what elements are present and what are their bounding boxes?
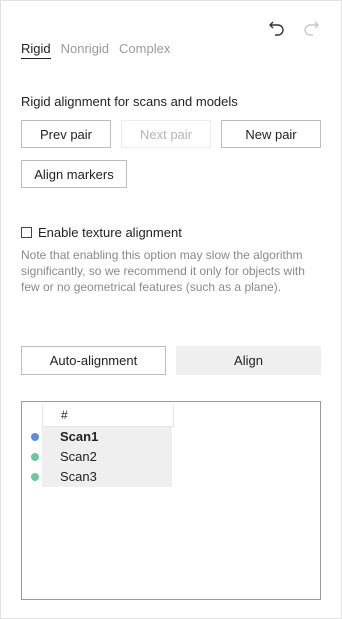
alignment-mode-tabs: Rigid Nonrigid Complex: [21, 41, 170, 59]
scan-name: Scan1: [42, 427, 172, 447]
list-item[interactable]: Scan2: [22, 447, 174, 467]
texture-alignment-checkbox[interactable]: [21, 227, 32, 238]
tab-nonrigid[interactable]: Nonrigid: [61, 41, 109, 59]
scan-color-dot: [31, 433, 39, 441]
texture-note: Note that enabling this option may slow …: [21, 248, 305, 294]
prev-pair-button[interactable]: Prev pair: [21, 120, 111, 148]
new-pair-button[interactable]: New pair: [221, 120, 321, 148]
section-title: Rigid alignment for scans and models: [21, 94, 238, 109]
redo-icon[interactable]: [299, 15, 323, 39]
align-markers-button[interactable]: Align markers: [21, 160, 127, 188]
scan-name: Scan3: [42, 467, 172, 487]
undo-icon[interactable]: [265, 15, 289, 39]
tab-rigid[interactable]: Rigid: [21, 41, 51, 59]
texture-alignment-option[interactable]: Enable texture alignment: [21, 225, 182, 240]
tab-complex[interactable]: Complex: [119, 41, 170, 59]
scan-list: # Scan1 Scan2 Scan3: [21, 401, 321, 600]
scan-name: Scan2: [42, 447, 172, 467]
list-item[interactable]: Scan3: [22, 467, 174, 487]
list-header-number: #: [42, 404, 174, 427]
texture-alignment-label: Enable texture alignment: [38, 225, 182, 240]
align-button[interactable]: Align: [176, 346, 321, 375]
scan-color-dot: [31, 453, 39, 461]
scan-color-dot: [31, 473, 39, 481]
next-pair-button[interactable]: Next pair: [121, 120, 211, 148]
alignment-panel: Rigid Nonrigid Complex Rigid alignment f…: [0, 0, 342, 619]
list-item[interactable]: Scan1: [22, 427, 174, 447]
auto-alignment-button[interactable]: Auto-alignment: [21, 346, 166, 375]
